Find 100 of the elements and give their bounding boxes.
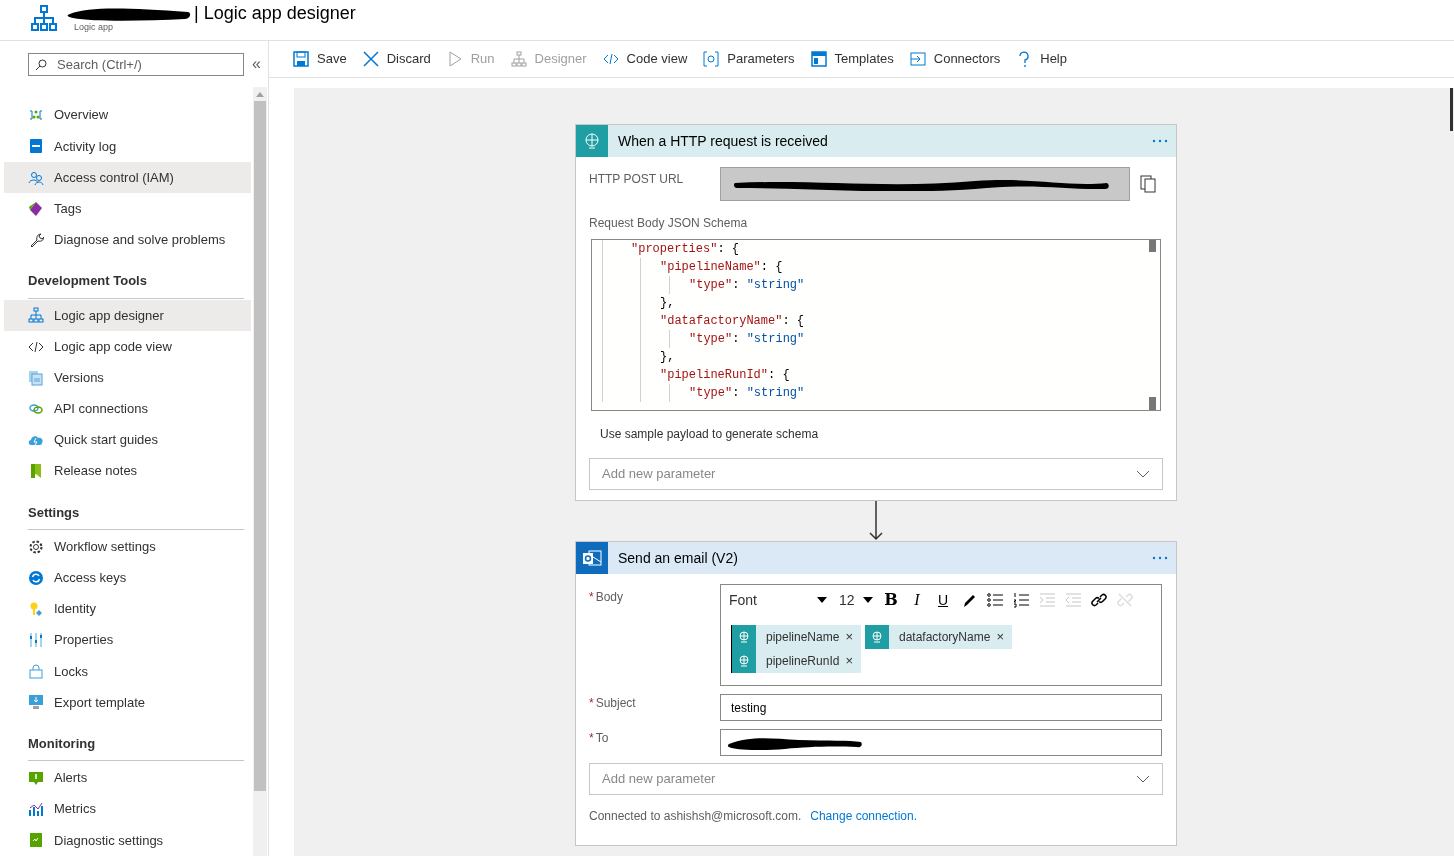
card-title: Send an email (V2) — [618, 548, 739, 568]
required-mark: * — [589, 589, 594, 606]
toolbar-button[interactable]: Templates — [810, 49, 894, 69]
search-field[interactable]: Search (Ctrl+/) — [28, 52, 244, 76]
tag-icon — [28, 200, 44, 217]
toolbar-button[interactable]: Parameters — [703, 49, 795, 69]
sidebar-item[interactable]: Logic app designer — [4, 299, 251, 331]
remove-token-button[interactable]: × — [845, 627, 853, 647]
parameter-dropdown[interactable]: Add new parameter — [589, 763, 1163, 795]
link-icon — [1091, 592, 1107, 608]
play-icon — [446, 51, 463, 67]
collapse-button[interactable]: « — [250, 56, 263, 72]
document-icon — [28, 832, 44, 849]
field-label: Subject — [595, 695, 636, 712]
scrollbar[interactable] — [1450, 88, 1453, 131]
indent-icon — [1039, 592, 1055, 608]
required-mark: * — [589, 730, 594, 747]
url-field[interactable] — [720, 167, 1130, 201]
field-label: Body — [595, 589, 624, 606]
sliders-icon — [28, 632, 44, 649]
globe-icon — [870, 630, 884, 644]
save-icon — [293, 51, 309, 67]
arrow-connector — [869, 501, 883, 541]
code-line: "type": "string" — [689, 331, 805, 348]
chevron-down-icon — [1136, 775, 1150, 783]
globe-icon — [737, 630, 751, 644]
chart-icon — [28, 801, 44, 818]
required-mark: * — [589, 695, 594, 712]
pen-icon — [961, 592, 977, 608]
toolbar-button[interactable]: Save — [293, 49, 347, 69]
code-line: "datafactoryName": { — [660, 313, 805, 330]
search-icon — [35, 58, 47, 71]
format-button[interactable]: B — [879, 588, 903, 612]
refresh-icon — [28, 569, 44, 586]
toolbar-button[interactable]: Help — [1016, 49, 1067, 69]
mail-icon — [582, 549, 602, 567]
code-line: "pipelineName": { — [660, 259, 783, 276]
versions-icon — [28, 369, 44, 386]
size-dropdown[interactable]: 12 — [835, 588, 877, 612]
font-dropdown[interactable]: Font — [723, 588, 833, 612]
code-line: }, — [660, 349, 675, 366]
globe-icon — [583, 132, 601, 150]
code-line: "pipelineRunId": { — [660, 367, 790, 384]
outdent-icon — [1065, 592, 1081, 608]
card-title: When a HTTP request is received — [618, 131, 829, 151]
globe-icon — [737, 654, 751, 668]
workflow-icon — [510, 51, 527, 67]
alert-icon — [28, 770, 44, 786]
field-label: HTTP POST URL — [589, 171, 685, 188]
scrollbar[interactable] — [253, 87, 267, 856]
token-label: pipelineRunId — [766, 653, 840, 670]
remove-token-button[interactable]: × — [996, 627, 1004, 647]
more-icon[interactable] — [1152, 556, 1168, 560]
log-icon — [28, 138, 44, 155]
section-heading: Development Tools — [28, 271, 244, 299]
caret-icon — [817, 597, 827, 603]
scrollbar[interactable] — [1149, 240, 1159, 410]
logic-app-icon — [30, 4, 58, 32]
toolbar-button[interactable]: Discard — [362, 49, 431, 69]
dynamic-content-token[interactable]: pipelineRunId × — [732, 649, 861, 673]
people-icon — [28, 169, 44, 186]
change-connection-link[interactable]: Change connection. — [810, 807, 918, 825]
format-button[interactable]: I — [905, 588, 929, 612]
monitor-icon — [28, 694, 44, 711]
dynamic-content-token[interactable]: pipelineName × — [732, 625, 861, 649]
resource-type-label: Logic app — [74, 21, 115, 34]
workflow-icon — [28, 307, 44, 324]
field-label: To — [595, 730, 609, 747]
section-heading: Settings — [28, 502, 244, 531]
rich-text-editor[interactable]: Font 12 B I U pipelineName × datafactoryName × pipelineRunId × — [720, 584, 1162, 686]
unlink-icon — [1117, 592, 1133, 608]
sidebar-item[interactable]: Access control (IAM) — [4, 161, 251, 194]
caret-icon — [863, 597, 873, 603]
toolbar-button[interactable]: Code view — [602, 49, 688, 69]
code-line: "type": "string" — [689, 385, 805, 402]
dynamic-content-token[interactable]: datafactoryName × — [865, 625, 1012, 649]
more-icon[interactable] — [1152, 139, 1168, 143]
lock-icon — [28, 663, 44, 680]
wrench-icon — [28, 231, 44, 248]
code-line: }, — [660, 295, 675, 312]
connector-icon — [909, 51, 926, 67]
sample-payload-link[interactable]: Use sample payload to generate schema — [600, 425, 819, 443]
to-field[interactable] — [720, 729, 1162, 756]
bookmark-icon — [28, 463, 44, 480]
copy-icon[interactable] — [1140, 175, 1156, 193]
parameter-dropdown[interactable]: Add new parameter — [589, 458, 1163, 490]
chevron-down-icon — [1136, 470, 1150, 478]
section-heading: Monitoring — [28, 734, 244, 762]
connection-text: Connected to ashishsh@microsoft.com. — [589, 808, 802, 825]
close-icon — [362, 51, 379, 67]
toolbar-button[interactable]: Connectors — [909, 49, 1001, 69]
gear-icon — [28, 538, 44, 555]
subject-field[interactable]: testing — [720, 694, 1162, 721]
format-button[interactable]: U — [931, 588, 955, 612]
template-icon — [810, 51, 827, 67]
numbered-list-icon — [1013, 592, 1029, 608]
field-label: Request Body JSON Schema — [588, 215, 749, 232]
code-editor[interactable]: "properties": { "pipelineName": { "type": "string" }, "datafactoryName": { "type": "string" }, "pipelineRunId": { "type": "string" — [591, 239, 1161, 411]
page-title: | Logic app designer — [194, 3, 356, 23]
remove-token-button[interactable]: × — [845, 651, 853, 671]
